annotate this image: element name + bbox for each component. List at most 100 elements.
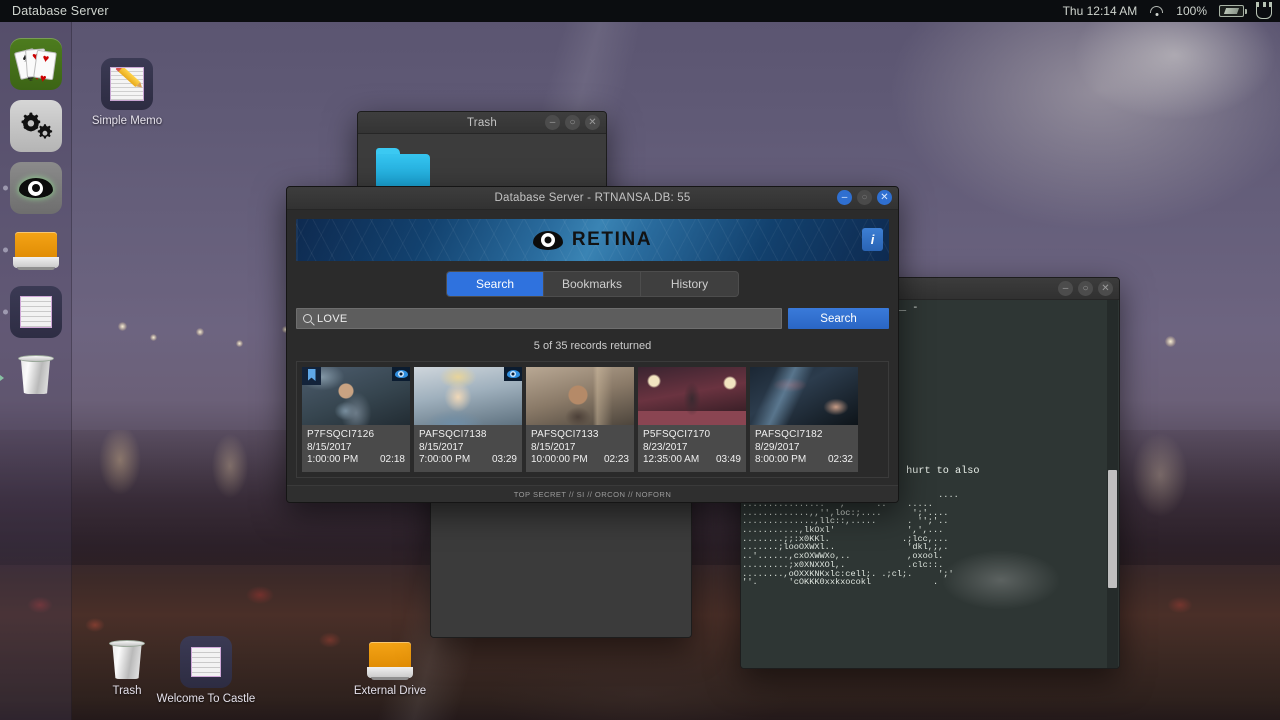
desktop-icon-welcome-to-castle[interactable]: Welcome To Castle <box>156 636 256 705</box>
viewed-eye-icon[interactable] <box>392 367 410 381</box>
result-duration: 03:29 <box>491 454 517 465</box>
classification-text: TOP SECRET // SI // ORCON // NOFORN <box>513 489 672 499</box>
trash-can-icon <box>107 638 147 680</box>
result-date: 8/15/2017 <box>307 441 352 453</box>
result-metadata: P5FSQCI7170 8/23/2017 12:35:00 AM 03:49 <box>638 425 746 472</box>
desktop-icon-label: Simple Memo <box>91 115 163 127</box>
result-thumbnail[interactable] <box>302 367 410 425</box>
result-metadata: PAFSQCI7182 8/29/2017 8:00:00 PM 02:32 <box>750 425 858 472</box>
thumb-scene <box>638 367 746 425</box>
search-button[interactable]: Search <box>788 308 889 329</box>
result-duration: 03:49 <box>715 454 741 465</box>
close-button[interactable]: ✕ <box>585 115 600 130</box>
minimize-button[interactable]: – <box>545 115 560 130</box>
trash-window-controls: – ○ ✕ <box>545 115 600 130</box>
dock-expand-arrow[interactable] <box>0 372 4 384</box>
wifi-icon[interactable] <box>1149 5 1164 17</box>
tab-bar: Search Bookmarks History <box>296 271 889 297</box>
dock: ♠♠ ♥♥ ♥♥ <box>0 22 72 720</box>
result-time: 8:00:00 PM <box>755 454 807 465</box>
result-time: 7:00:00 PM <box>419 454 471 465</box>
tab-search[interactable]: Search <box>447 272 544 296</box>
running-indicator <box>2 309 8 315</box>
bookmark-flag-icon[interactable] <box>302 367 321 385</box>
thumb-scene <box>750 367 858 425</box>
record-count-label: 5 of 35 records returned <box>533 340 652 352</box>
viewed-eye-icon[interactable] <box>504 367 522 381</box>
result-id: PAFSQCI7133 <box>531 429 599 440</box>
search-row: LOVE Search <box>296 308 889 329</box>
results-grid: P7FSQCI7126 8/15/2017 1:00:00 PM 02:18 P… <box>296 361 889 478</box>
maximize-button[interactable]: ○ <box>857 190 872 205</box>
menubar-app-title[interactable]: Database Server <box>12 4 109 18</box>
tab-history[interactable]: History <box>641 272 738 296</box>
result-card[interactable]: PAFSQCI7138 8/15/2017 7:00:00 PM 03:29 <box>414 367 522 472</box>
maximize-button[interactable]: ○ <box>565 115 580 130</box>
result-thumbnail[interactable] <box>638 367 746 425</box>
retina-app-window[interactable]: Database Server - RTNANSA.DB: 55 – ○ ✕ R… <box>286 186 899 503</box>
result-thumbnail[interactable] <box>414 367 522 425</box>
battery-icon[interactable] <box>1219 5 1247 17</box>
result-id: P7FSQCI7126 <box>307 429 375 440</box>
hard-drive-icon <box>367 640 413 680</box>
close-button[interactable]: ✕ <box>877 190 892 205</box>
dock-item-settings[interactable] <box>9 100 62 152</box>
dock-item-trash[interactable] <box>10 348 62 400</box>
crown-icon[interactable] <box>1256 2 1272 19</box>
maximize-button[interactable]: ○ <box>1078 281 1093 296</box>
trash-can-icon <box>16 353 56 395</box>
memo-pencil-icon <box>101 58 153 110</box>
magnifier-icon <box>303 314 312 323</box>
result-card[interactable]: PAFSQCI7182 8/29/2017 8:00:00 PM 02:32 <box>750 367 858 472</box>
minimize-button[interactable]: – <box>837 190 852 205</box>
result-date: 8/15/2017 <box>419 441 464 453</box>
result-card[interactable]: PAFSQCI7133 8/15/2017 10:00:00 PM 02:23 <box>526 367 634 472</box>
dock-item-retina[interactable] <box>2 162 62 214</box>
result-id: P5FSQCI7170 <box>643 429 711 440</box>
dock-item-notes[interactable] <box>2 286 62 338</box>
text-viewer-controls: – ○ ✕ <box>1058 281 1113 296</box>
scrollbar-thumb[interactable] <box>1107 470 1117 588</box>
desktop-icon-label: Welcome To Castle <box>156 693 256 705</box>
result-thumbnail[interactable] <box>526 367 634 425</box>
dock-item-external-drive[interactable] <box>2 224 62 276</box>
trash-window-titlebar[interactable]: Trash – ○ ✕ <box>358 112 606 134</box>
result-time: 10:00:00 PM <box>531 454 588 465</box>
close-button[interactable]: ✕ <box>1098 281 1113 296</box>
search-input[interactable]: LOVE <box>296 308 782 329</box>
result-time: 12:35:00 AM <box>643 454 700 465</box>
desktop-icon-external-drive[interactable]: External Drive <box>342 640 438 697</box>
retina-titlebar[interactable]: Database Server - RTNANSA.DB: 55 – ○ ✕ <box>287 187 898 210</box>
desktop-icon-label: External Drive <box>353 685 427 697</box>
result-card[interactable]: P7FSQCI7126 8/15/2017 1:00:00 PM 02:18 <box>302 367 410 472</box>
result-duration: 02:32 <box>827 454 853 465</box>
retina-brand-header: RETINA i <box>296 219 889 261</box>
retina-logo: RETINA <box>532 229 652 251</box>
notepad-icon <box>19 296 52 328</box>
result-date: 8/15/2017 <box>531 441 576 453</box>
menubar-clock[interactable]: Thu 12:14 AM <box>1063 4 1138 18</box>
retina-window-controls: – ○ ✕ <box>837 190 892 205</box>
result-card[interactable]: P5FSQCI7170 8/23/2017 12:35:00 AM 03:49 <box>638 367 746 472</box>
running-indicator <box>2 185 8 191</box>
result-thumbnail[interactable] <box>750 367 858 425</box>
running-indicator <box>2 247 8 253</box>
notepad-icon <box>180 636 232 688</box>
eye-icon <box>532 230 563 250</box>
desktop-icon-simple-memo[interactable]: Simple Memo <box>79 58 175 127</box>
result-duration: 02:23 <box>603 454 629 465</box>
result-metadata: P7FSQCI7126 8/15/2017 1:00:00 PM 02:18 <box>302 425 410 472</box>
thumb-scene <box>526 367 634 425</box>
eye-icon <box>18 178 53 198</box>
tab-bookmarks[interactable]: Bookmarks <box>544 272 641 296</box>
search-input-value: LOVE <box>317 312 348 325</box>
result-date: 8/23/2017 <box>643 441 688 453</box>
gears-icon-svg <box>21 112 52 139</box>
minimize-button[interactable]: – <box>1058 281 1073 296</box>
vertical-scrollbar[interactable] <box>1107 300 1118 668</box>
dock-item-solitaire[interactable]: ♠♠ ♥♥ ♥♥ <box>9 38 62 90</box>
result-id: PAFSQCI7138 <box>419 429 487 440</box>
retina-main-panel: Search Bookmarks History LOVE Search 5 o… <box>287 261 898 502</box>
info-button[interactable]: i <box>862 228 883 251</box>
retina-window-title: Database Server - RTNANSA.DB: 55 <box>494 192 691 204</box>
